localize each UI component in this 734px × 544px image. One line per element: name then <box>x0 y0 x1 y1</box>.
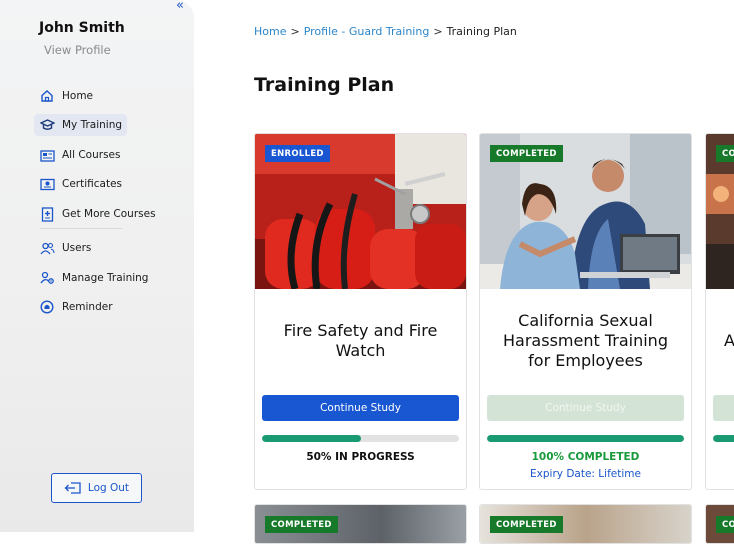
sidebar-item-label: Manage Training <box>62 272 149 284</box>
graduation-cap-icon <box>39 117 55 133</box>
breadcrumb-current: Training Plan <box>446 25 517 38</box>
courses-icon <box>39 147 55 163</box>
course-title: California Sexual Harassment Training fo… <box>503 311 668 370</box>
sidebar-item-label: Home <box>62 90 94 102</box>
add-courses-icon <box>39 206 55 222</box>
reminder-icon <box>39 299 55 315</box>
progress-fill <box>713 435 734 442</box>
double-chevron-left-icon[interactable]: « <box>176 0 184 12</box>
breadcrumb-profile-link[interactable]: Profile - Guard Training <box>304 25 430 38</box>
status-badge: COMPLETED <box>490 516 563 533</box>
logout-button[interactable]: Log Out <box>51 473 142 503</box>
progress-status: 100% COMPLETED <box>531 451 640 463</box>
manage-training-icon <box>39 270 55 286</box>
continue-study-button[interactable] <box>713 395 734 421</box>
course-card: COMPLETED <box>479 504 692 544</box>
expiry-date: Expiry Date: Lifetime <box>530 468 641 480</box>
sidebar-item-label: Get More Courses <box>62 208 156 220</box>
user-name: John Smith <box>39 20 125 36</box>
course-title: Fire Safety and Fire Watch <box>283 321 438 360</box>
sidebar-item-all-courses[interactable]: All Courses <box>34 144 125 166</box>
breadcrumb: Home > Profile - Guard Training > Training P… <box>254 25 517 38</box>
logout-label: Log Out <box>87 482 130 494</box>
course-title: A <box>724 331 734 350</box>
status-badge: CO <box>716 145 734 162</box>
course-card: ENROLLED Fire Safety and Fire Watch Cont… <box>254 133 467 490</box>
sidebar-item-my-training[interactable]: My Training <box>34 114 128 136</box>
progress-fill <box>487 435 684 442</box>
sidebar-item-get-more-courses[interactable]: Get More Courses <box>34 203 161 225</box>
sidebar-item-manage-training[interactable]: Manage Training <box>34 267 153 289</box>
progress-fill <box>262 435 361 442</box>
sidebar-item-reminder[interactable]: Reminder <box>34 296 118 318</box>
status-badge: COMPLETED <box>490 145 563 162</box>
sidebar-item-home[interactable]: Home <box>34 85 98 107</box>
home-icon <box>39 88 55 104</box>
continue-study-button[interactable]: Continue Study <box>262 395 459 421</box>
sidebar: « John Smith View Profile Home My Traini… <box>0 0 194 532</box>
sidebar-item-users[interactable]: Users <box>34 237 96 259</box>
breadcrumb-home-link[interactable]: Home <box>254 25 286 38</box>
progress-bar <box>713 435 734 442</box>
breadcrumb-separator: > <box>290 25 300 38</box>
progress-bar <box>487 435 684 442</box>
sidebar-item-certificates[interactable]: Certificates <box>34 173 127 195</box>
breadcrumb-separator: > <box>433 25 443 38</box>
page-title: Training Plan <box>254 74 395 96</box>
course-card: CO <box>705 504 734 544</box>
sidebar-item-label: Certificates <box>62 178 123 190</box>
sidebar-item-label: Users <box>62 242 92 254</box>
course-card: COMPLETED California Sexual Harassment T… <box>479 133 692 490</box>
course-card: COMPLETED <box>254 504 467 544</box>
status-badge: CO <box>716 516 734 533</box>
logout-icon <box>64 479 82 498</box>
sidebar-item-label: Reminder <box>62 301 113 313</box>
course-card: CO A <box>705 133 734 490</box>
status-badge: COMPLETED <box>265 516 338 533</box>
status-badge: ENROLLED <box>265 145 330 162</box>
sidebar-item-label: My Training <box>62 119 123 131</box>
progress-status: 50% IN PROGRESS <box>306 451 415 463</box>
continue-study-button[interactable]: Continue Study <box>487 395 684 421</box>
users-icon <box>39 240 55 256</box>
view-profile-link[interactable]: View Profile <box>44 43 111 57</box>
sidebar-item-label: All Courses <box>62 149 121 161</box>
certificate-icon <box>39 176 55 192</box>
progress-bar <box>262 435 459 442</box>
sidebar-divider <box>40 228 122 229</box>
